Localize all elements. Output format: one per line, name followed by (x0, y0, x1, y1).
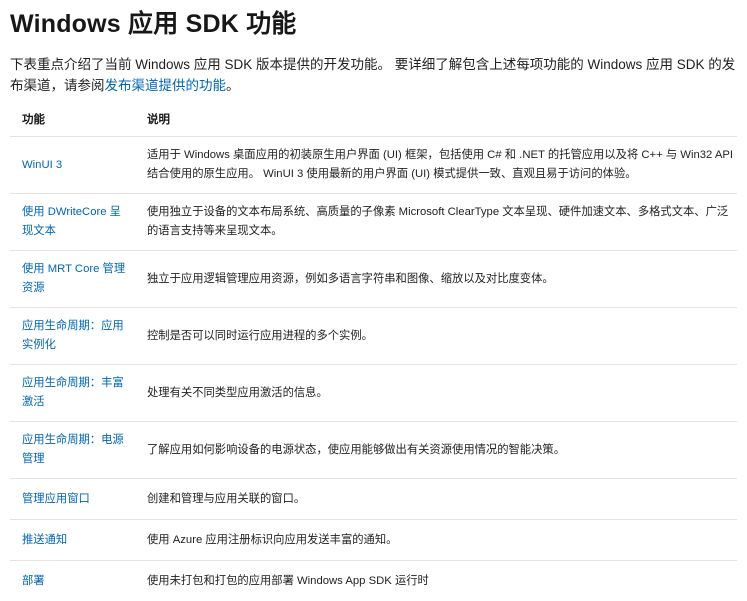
feature-cell: WinUI 3 (10, 137, 135, 194)
feature-cell: 应用生命周期：应用实例化 (10, 308, 135, 365)
table-row: 应用生命周期：应用实例化 控制是否可以同时运行应用进程的多个实例。 (10, 308, 737, 365)
release-channels-link[interactable]: 发布渠道提供的功能 (105, 78, 227, 93)
feature-link-app-instancing[interactable]: 应用生命周期：应用实例化 (22, 317, 130, 355)
header-feature: 功能 (10, 102, 135, 137)
feature-cell: 管理应用窗口 (10, 479, 135, 520)
description-cell: 控制是否可以同时运行应用进程的多个实例。 (135, 308, 737, 365)
header-description: 说明 (135, 102, 737, 137)
description-cell: 独立于应用逻辑管理应用资源，例如多语言字符串和图像、缩放以及对比度变体。 (135, 251, 737, 308)
feature-cell: 应用生命周期：电源管理 (10, 422, 135, 479)
description-cell: 创建和管理与应用关联的窗口。 (135, 479, 737, 520)
feature-link-mrt-core[interactable]: 使用 MRT Core 管理资源 (22, 260, 130, 298)
feature-link-dwritecore[interactable]: 使用 DWriteCore 呈现文本 (22, 203, 130, 241)
doc-page: Windows 应用 SDK 功能 下表重点介绍了当前 Windows 应用 S… (0, 0, 747, 600)
feature-link-winui3[interactable]: WinUI 3 (22, 156, 62, 175)
features-table: 功能 说明 WinUI 3 适用于 Windows 桌面应用的初装原生用户界面 … (10, 102, 737, 601)
feature-link-push-notifications[interactable]: 推送通知 (22, 531, 67, 550)
page-title: Windows 应用 SDK 功能 (10, 8, 737, 40)
table-header-row: 功能 说明 (10, 102, 737, 137)
intro-suffix: 。 (226, 78, 240, 93)
table-row: WinUI 3 适用于 Windows 桌面应用的初装原生用户界面 (UI) 框… (10, 137, 737, 194)
description-cell: 使用未打包和打包的应用部署 Windows App SDK 运行时 (135, 561, 737, 601)
feature-link-app-windows[interactable]: 管理应用窗口 (22, 490, 90, 509)
description-cell: 处理有关不同类型应用激活的信息。 (135, 365, 737, 422)
feature-cell: 推送通知 (10, 520, 135, 561)
table-row: 应用生命周期：电源管理 了解应用如何影响设备的电源状态，使应用能够做出有关资源使… (10, 422, 737, 479)
table-row: 管理应用窗口 创建和管理与应用关联的窗口。 (10, 479, 737, 520)
table-row: 部署 使用未打包和打包的应用部署 Windows App SDK 运行时 (10, 561, 737, 601)
table-row: 使用 MRT Core 管理资源 独立于应用逻辑管理应用资源，例如多语言字符串和… (10, 251, 737, 308)
feature-link-rich-activation[interactable]: 应用生命周期：丰富激活 (22, 374, 130, 412)
feature-cell: 应用生命周期：丰富激活 (10, 365, 135, 422)
table-row: 应用生命周期：丰富激活 处理有关不同类型应用激活的信息。 (10, 365, 737, 422)
feature-link-power-management[interactable]: 应用生命周期：电源管理 (22, 431, 130, 469)
intro-paragraph: 下表重点介绍了当前 Windows 应用 SDK 版本提供的开发功能。 要详细了… (10, 54, 737, 96)
feature-cell: 使用 MRT Core 管理资源 (10, 251, 135, 308)
description-cell: 适用于 Windows 桌面应用的初装原生用户界面 (UI) 框架，包括使用 C… (135, 137, 737, 194)
description-cell: 使用 Azure 应用注册标识向应用发送丰富的通知。 (135, 520, 737, 561)
feature-link-deployment[interactable]: 部署 (22, 572, 45, 591)
table-row: 推送通知 使用 Azure 应用注册标识向应用发送丰富的通知。 (10, 520, 737, 561)
feature-cell: 使用 DWriteCore 呈现文本 (10, 194, 135, 251)
description-cell: 使用独立于设备的文本布局系统、高质量的子像素 Microsoft ClearTy… (135, 194, 737, 251)
table-row: 使用 DWriteCore 呈现文本 使用独立于设备的文本布局系统、高质量的子像… (10, 194, 737, 251)
feature-cell: 部署 (10, 561, 135, 601)
description-cell: 了解应用如何影响设备的电源状态，使应用能够做出有关资源使用情况的智能决策。 (135, 422, 737, 479)
